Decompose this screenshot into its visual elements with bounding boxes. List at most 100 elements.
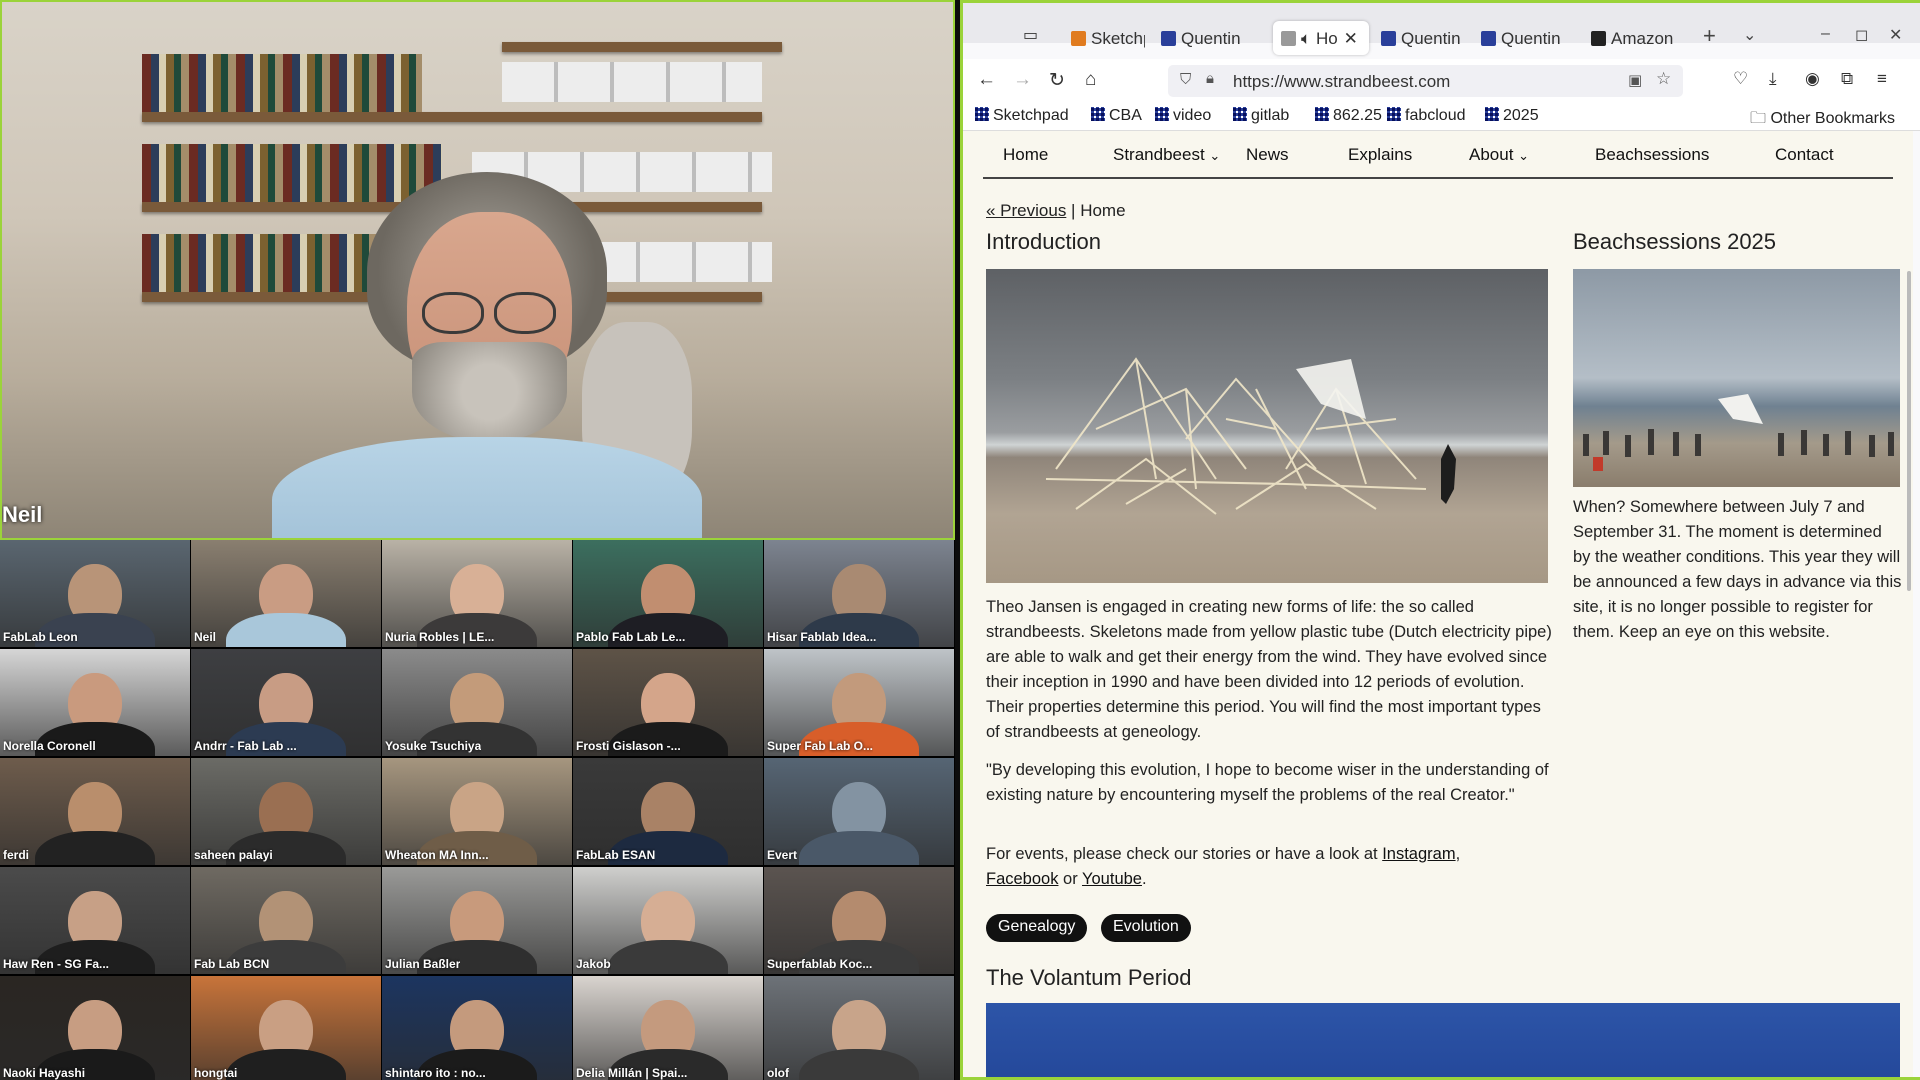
participant-tile[interactable]: Delia Millán | Spai... [573, 976, 763, 1080]
participant-tile[interactable]: FabLab ESAN [573, 758, 763, 865]
back-button[interactable]: ← [977, 69, 996, 91]
reader-view-icon[interactable]: ▣ [1628, 71, 1642, 89]
reload-button[interactable]: ↻ [1049, 69, 1065, 92]
participant-tile[interactable]: saheen palayi [191, 758, 381, 865]
participant-tile[interactable]: Superfablab Koc... [764, 867, 954, 974]
url-text[interactable]: https://www.strandbeest.com [1233, 72, 1450, 92]
participant-tile[interactable]: Pablo Fab Lab Le... [573, 540, 763, 647]
participant-tile[interactable]: Neil [191, 540, 381, 647]
menu-item-contact[interactable]: Contact [1775, 145, 1834, 165]
participant-tile[interactable]: Fab Lab BCN [191, 867, 381, 974]
menu-item-home[interactable]: Home [1003, 145, 1048, 165]
bookmark-label: 862.25 [1333, 107, 1382, 124]
genealogy-tag[interactable]: Genealogy [986, 914, 1088, 942]
participant-tile[interactable]: FabLab Leon [0, 540, 190, 647]
participant-name: Super Fab Lab O... [767, 739, 874, 753]
participant-tile[interactable]: Frosti Gislason -... [573, 649, 763, 756]
menu-item-beachsessions[interactable]: Beachsessions [1595, 145, 1709, 165]
bookmark-item[interactable]: video [1155, 107, 1211, 125]
menu-item-about[interactable]: About ⌄ [1469, 145, 1529, 165]
browser-tab[interactable]: Sketchp [1063, 21, 1145, 55]
menu-item-news[interactable]: News [1246, 145, 1289, 165]
bookmark-label: CBA [1109, 107, 1142, 124]
site-menu: Home Strandbeest ⌄ News Explains About ⌄ Beac… [983, 131, 1893, 179]
participant-tile[interactable]: Yosuke Tsuchiya [382, 649, 572, 756]
bookmark-item[interactable]: gitlab [1233, 107, 1289, 125]
evolution-tag[interactable]: Evolution [1101, 914, 1191, 942]
menu-item-explains[interactable]: Explains [1348, 145, 1412, 165]
participant-tile[interactable]: Naoki Hayashi [0, 976, 190, 1080]
browser-window: ▭ Sketchp Quentin 🔈︎ Ho ✕ Quentin Quentin Amaz… [960, 0, 1920, 1080]
events-or: or [1058, 870, 1083, 888]
participant-tile[interactable]: Julian Baßler [382, 867, 572, 974]
participant-tile[interactable]: Haw Ren - SG Fa... [0, 867, 190, 974]
minimize-button[interactable]: – [1821, 25, 1830, 43]
browser-tab[interactable]: Quentin [1153, 21, 1261, 55]
youtube-link[interactable]: Youtube [1082, 870, 1142, 888]
browser-tab[interactable]: 🔈︎ Ho ✕ [1273, 21, 1369, 55]
new-tab-button[interactable]: + [1703, 23, 1716, 49]
participant-tile[interactable]: olof [764, 976, 954, 1080]
participant-tile[interactable]: Nuria Robles | LE... [382, 540, 572, 647]
participant-body [799, 1048, 919, 1080]
instagram-link[interactable]: Instagram [1382, 845, 1455, 863]
audio-icon[interactable]: 🔈︎ [1301, 29, 1316, 48]
menu-icon[interactable]: ≡ [1877, 69, 1887, 89]
participant-tile[interactable]: Andrr - Fab Lab ... [191, 649, 381, 756]
participant-name: Fab Lab BCN [194, 957, 270, 971]
bookmark-favicon-icon [1387, 107, 1401, 121]
events-text: For events, please check our stories or … [986, 845, 1383, 863]
participant-tile[interactable]: ferdi [0, 758, 190, 865]
pocket-icon[interactable]: ♡ [1733, 69, 1748, 89]
menu-item-strandbeest[interactable]: Strandbeest ⌄ [1113, 145, 1220, 165]
browser-tab[interactable]: Quentin [1473, 21, 1565, 55]
active-speaker-video[interactable]: Neil [0, 0, 955, 540]
account-icon[interactable]: ◉ [1805, 69, 1820, 89]
participant-tile[interactable]: Jakob [573, 867, 763, 974]
download-icon[interactable]: ⤓ [1769, 69, 1777, 89]
bookmark-favicon-icon [975, 107, 989, 121]
participant-name: olof [767, 1066, 789, 1080]
close-tab-icon[interactable]: ✕ [1344, 29, 1358, 48]
participant-tile[interactable]: Norella Coronell [0, 649, 190, 756]
facebook-link[interactable]: Facebook [986, 870, 1058, 888]
volantum-image[interactable] [986, 1003, 1900, 1077]
participant-tile[interactable]: Super Fab Lab O... [764, 649, 954, 756]
strandbeest-photo[interactable] [986, 269, 1548, 583]
participant-tile[interactable]: Hisar Fablab Idea... [764, 540, 954, 647]
tab-list-icon[interactable]: ▭ [1023, 25, 1038, 45]
bookmark-item[interactable]: 2025 [1485, 107, 1539, 125]
lock-icon[interactable]: 🔒︎ [1206, 70, 1214, 87]
bookmark-item[interactable]: Sketchpad [975, 107, 1069, 125]
breadcrumb: « Previous | Home [986, 201, 1126, 221]
bookmark-favicon-icon [1485, 107, 1499, 121]
home-icon[interactable]: ⌂ [1085, 69, 1096, 91]
forward-button[interactable]: → [1013, 69, 1032, 91]
tab-label: Quentin [1181, 29, 1241, 48]
participant-tile[interactable]: hongtai [191, 976, 381, 1080]
other-bookmarks[interactable]: 🗀︎ Other Bookmarks [1750, 107, 1895, 134]
bookmark-star-icon[interactable]: ☆ [1656, 69, 1671, 89]
page-scrollbar[interactable] [1907, 271, 1911, 591]
close-window-button[interactable]: ✕ [1889, 25, 1902, 45]
participant-tile[interactable]: shintaro ito : no... [382, 976, 572, 1080]
participant-name: Wheaton MA Inn... [385, 848, 489, 862]
bookmark-item[interactable]: fabcloud [1387, 107, 1466, 125]
bookmark-item[interactable]: CBA [1091, 107, 1142, 125]
browser-tab[interactable]: Quentin [1373, 21, 1465, 55]
browser-tab[interactable]: Amazon [1583, 21, 1683, 55]
address-bar[interactable]: ⛉ 🔒︎ https://www.strandbeest.com ▣ ☆ [1168, 65, 1683, 97]
maximize-button[interactable]: ◻ [1855, 25, 1868, 45]
chevron-down-icon[interactable]: ⌄ [1743, 25, 1756, 45]
bookmark-favicon-icon [1315, 107, 1329, 121]
extensions-icon[interactable]: ⧉ [1841, 69, 1853, 89]
previous-link[interactable]: « Previous [986, 201, 1066, 220]
participant-tile[interactable]: Wheaton MA Inn... [382, 758, 572, 865]
participant-name: Hisar Fablab Idea... [767, 630, 877, 644]
bookmark-item[interactable]: 862.25 [1315, 107, 1382, 125]
shield-icon[interactable]: ⛉ [1180, 71, 1191, 88]
other-bookmarks-label: Other Bookmarks [1770, 110, 1895, 127]
participant-tile[interactable]: Evert [764, 758, 954, 865]
beachsessions-photo[interactable] [1573, 269, 1900, 487]
tab-label: Amazon [1611, 29, 1674, 48]
